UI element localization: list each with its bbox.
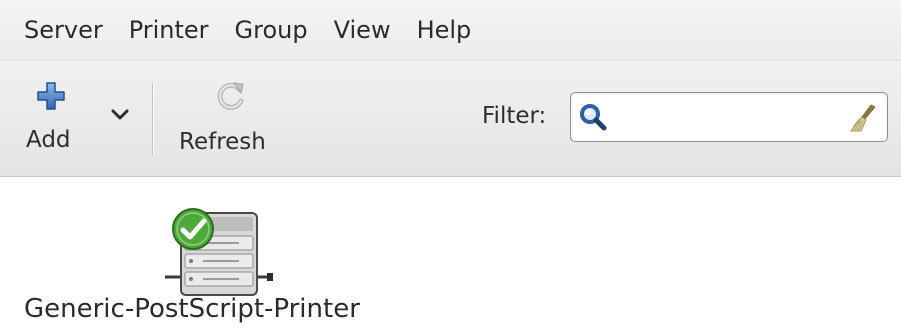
menu-server[interactable]: Server	[0, 0, 116, 60]
plus-icon	[37, 82, 65, 110]
menu-group[interactable]: Group	[222, 0, 321, 60]
refresh-label: Refresh	[179, 129, 266, 155]
printer-icon	[165, 208, 273, 296]
toolbar: Add Refresh Filter:	[0, 61, 901, 177]
toolbar-separator	[152, 83, 153, 155]
printer-item-generic-postscript[interactable]: Generic-PostScript-Printer	[24, 197, 444, 327]
printer-settings-window: Server Printer Group View Help Add Refre…	[0, 0, 901, 332]
add-button[interactable]: Add	[14, 73, 84, 163]
refresh-icon	[217, 82, 244, 110]
chevron-down-icon	[111, 109, 129, 120]
menu-bar: Server Printer Group View Help	[0, 0, 901, 61]
filter-input[interactable]	[615, 99, 835, 135]
magnifier-icon	[580, 104, 607, 131]
broom-icon[interactable]	[849, 103, 877, 133]
menu-help[interactable]: Help	[404, 0, 485, 60]
filter-label: Filter:	[482, 103, 547, 129]
printer-name: Generic-PostScript-Printer	[24, 294, 360, 324]
add-label: Add	[26, 127, 71, 153]
filter-field[interactable]	[570, 92, 888, 142]
checkmark-icon	[172, 208, 214, 250]
printers-view: Generic-PostScript-Printer	[0, 177, 901, 332]
add-dropdown-button[interactable]	[106, 101, 134, 129]
menu-printer[interactable]: Printer	[116, 0, 222, 60]
menu-view[interactable]: View	[321, 0, 404, 60]
refresh-button[interactable]: Refresh	[170, 73, 285, 163]
